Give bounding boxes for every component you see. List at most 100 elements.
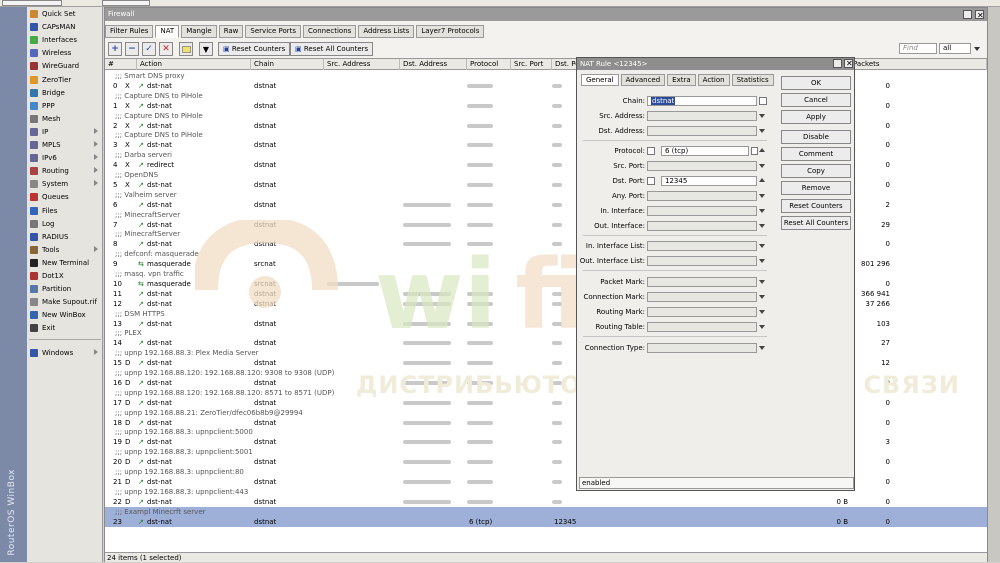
comment-row[interactable]: ;;; Exampl Minecrft server <box>105 506 987 517</box>
sidebar-item-make-supout-rif[interactable]: Make Supout.rif <box>27 296 103 308</box>
dst-port-negate-checkbox[interactable] <box>647 177 655 185</box>
sidebar-item-partition[interactable]: Partition <box>27 283 103 295</box>
connection-mark-dropdown-icon[interactable] <box>759 295 765 299</box>
connection-mark-select[interactable] <box>647 292 757 302</box>
src-port-input[interactable] <box>647 161 757 171</box>
sidebar-item-ip[interactable]: IP <box>27 126 103 138</box>
enable-button[interactable]: ✓ <box>142 42 156 56</box>
packet-mark-select[interactable] <box>647 277 757 287</box>
tab-mangle[interactable]: Mangle <box>181 25 217 38</box>
out-interface-list-select[interactable] <box>647 256 757 266</box>
sidebar-item-zerotier[interactable]: ZeroTier <box>27 74 103 86</box>
sidebar-item-files[interactable]: Files <box>27 205 103 217</box>
protocol-up-icon[interactable] <box>759 148 765 152</box>
find-input[interactable]: Find <box>899 43 937 54</box>
sidebar-item-windows[interactable]: Windows <box>27 347 103 359</box>
comment-button[interactable] <box>179 42 193 56</box>
tab-address-lists[interactable]: Address Lists <box>358 25 415 38</box>
reset-all-counters-button[interactable]: Reset All Counters <box>781 216 851 230</box>
apply-button[interactable]: Apply <box>781 110 851 124</box>
tab-raw[interactable]: Raw <box>218 25 244 38</box>
dialog-tab-action[interactable]: Action <box>697 74 730 86</box>
any-port-input[interactable] <box>647 191 757 201</box>
add-button[interactable]: + <box>108 42 122 56</box>
disable-button[interactable]: ✕ <box>159 42 173 56</box>
protocol-select[interactable]: 6 (tcp) <box>661 146 749 156</box>
table-row[interactable]: 23 ↗ dst-nat dstnat 6 (tcp) 12345 0 B 0 <box>105 516 987 527</box>
sidebar-item-quick-set[interactable]: Quick Set <box>27 8 103 20</box>
dst-port-up-icon[interactable] <box>759 178 765 182</box>
right-scroll-area[interactable] <box>988 7 1000 562</box>
out-interface-list-dropdown-icon[interactable] <box>759 259 765 263</box>
sidebar-item-new-terminal[interactable]: New Terminal <box>27 257 103 269</box>
maximize-button[interactable] <box>963 10 972 19</box>
filter-select[interactable]: all <box>939 43 971 54</box>
src-address-input[interactable] <box>647 111 757 121</box>
tab-service-ports[interactable]: Service Ports <box>245 25 302 38</box>
dst-address-input[interactable] <box>647 126 757 136</box>
sidebar-item-mpls[interactable]: MPLS <box>27 139 103 151</box>
routing-table-select[interactable] <box>647 322 757 332</box>
column-header[interactable]: Chain <box>251 59 324 70</box>
remove-button[interactable]: Remove <box>781 181 851 195</box>
tab-connections[interactable]: Connections <box>303 25 357 38</box>
tab-layer7-protocols[interactable]: Layer7 Protocols <box>416 25 485 38</box>
chain-dropdown-icon[interactable] <box>759 97 767 105</box>
in-interface-list-dropdown-icon[interactable] <box>759 244 765 248</box>
sidebar-item-wireless[interactable]: Wireless <box>27 47 103 59</box>
any-port-dropdown-icon[interactable] <box>759 194 765 198</box>
dst-port-input[interactable]: 12345 <box>661 176 757 186</box>
sidebar-item-wireguard[interactable]: WireGuard <box>27 60 103 72</box>
dialog-tab-advanced[interactable]: Advanced <box>620 74 666 86</box>
sidebar-item-ipv6[interactable]: IPv6 <box>27 152 103 164</box>
sidebar-item-log[interactable]: Log <box>27 218 103 230</box>
routing-mark-select[interactable] <box>647 307 757 317</box>
sidebar-item-dot1x[interactable]: Dot1X <box>27 270 103 282</box>
connection-type-dropdown-icon[interactable] <box>759 346 765 350</box>
sidebar-item-bridge[interactable]: Bridge <box>27 87 103 99</box>
column-header[interactable]: Packets <box>850 59 987 70</box>
sidebar-item-routing[interactable]: Routing <box>27 165 103 177</box>
protocol-dropdown-icon[interactable] <box>751 147 758 155</box>
column-header[interactable]: Dst. Address <box>400 59 467 70</box>
chain-select[interactable]: dstnat <box>647 96 757 106</box>
packet-mark-dropdown-icon[interactable] <box>759 280 765 284</box>
remove-button[interactable]: − <box>125 42 139 56</box>
dialog-maximize-button[interactable] <box>833 59 842 68</box>
sidebar-item-capsman[interactable]: CAPsMAN <box>27 21 103 33</box>
sidebar-item-queues[interactable]: Queues <box>27 191 103 203</box>
ok-button[interactable]: OK <box>781 76 851 90</box>
routing-mark-dropdown-icon[interactable] <box>759 310 765 314</box>
dialog-close-button[interactable]: ✕ <box>844 59 853 68</box>
tab-nat[interactable]: NAT <box>155 25 180 38</box>
sidebar-item-radius[interactable]: RADIUS <box>27 231 103 243</box>
comment-button[interactable]: Comment <box>781 147 851 161</box>
in-interface-dropdown-icon[interactable] <box>759 209 765 213</box>
reset-counters-button[interactable]: ▣ Reset Counters <box>218 42 291 56</box>
column-header[interactable]: # <box>105 59 137 70</box>
column-header[interactable]: Src. Address <box>324 59 400 70</box>
protocol-negate-checkbox[interactable] <box>647 147 655 155</box>
column-header[interactable]: Protocol <box>467 59 511 70</box>
filter-button[interactable]: ▼ <box>199 42 213 56</box>
dialog-tab-extra[interactable]: Extra <box>667 74 696 86</box>
sidebar-item-exit[interactable]: Exit <box>27 322 103 334</box>
reset-all-counters-button[interactable]: ▣ Reset All Counters <box>290 42 374 56</box>
out-interface-dropdown-icon[interactable] <box>759 224 765 228</box>
src-address-dropdown-icon[interactable] <box>759 114 765 118</box>
in-interface-select[interactable] <box>647 206 757 216</box>
copy-button[interactable]: Copy <box>781 164 851 178</box>
src-port-dropdown-icon[interactable] <box>759 164 765 168</box>
sidebar-item-interfaces[interactable]: Interfaces <box>27 34 103 46</box>
column-header[interactable]: Action <box>137 59 251 70</box>
in-interface-list-select[interactable] <box>647 241 757 251</box>
dst-address-dropdown-icon[interactable] <box>759 129 765 133</box>
table-row[interactable]: 22 D ↗ dst-nat dstnat 0 B 0 <box>105 497 987 507</box>
dialog-tab-statistics[interactable]: Statistics <box>731 74 774 86</box>
sidebar-item-tools[interactable]: Tools <box>27 244 103 256</box>
out-interface-select[interactable] <box>647 221 757 231</box>
cancel-button[interactable]: Cancel <box>781 93 851 107</box>
sidebar-item-mesh[interactable]: Mesh <box>27 113 103 125</box>
sidebar-item-ppp[interactable]: PPP <box>27 100 103 112</box>
close-button[interactable]: ✕ <box>975 10 984 20</box>
